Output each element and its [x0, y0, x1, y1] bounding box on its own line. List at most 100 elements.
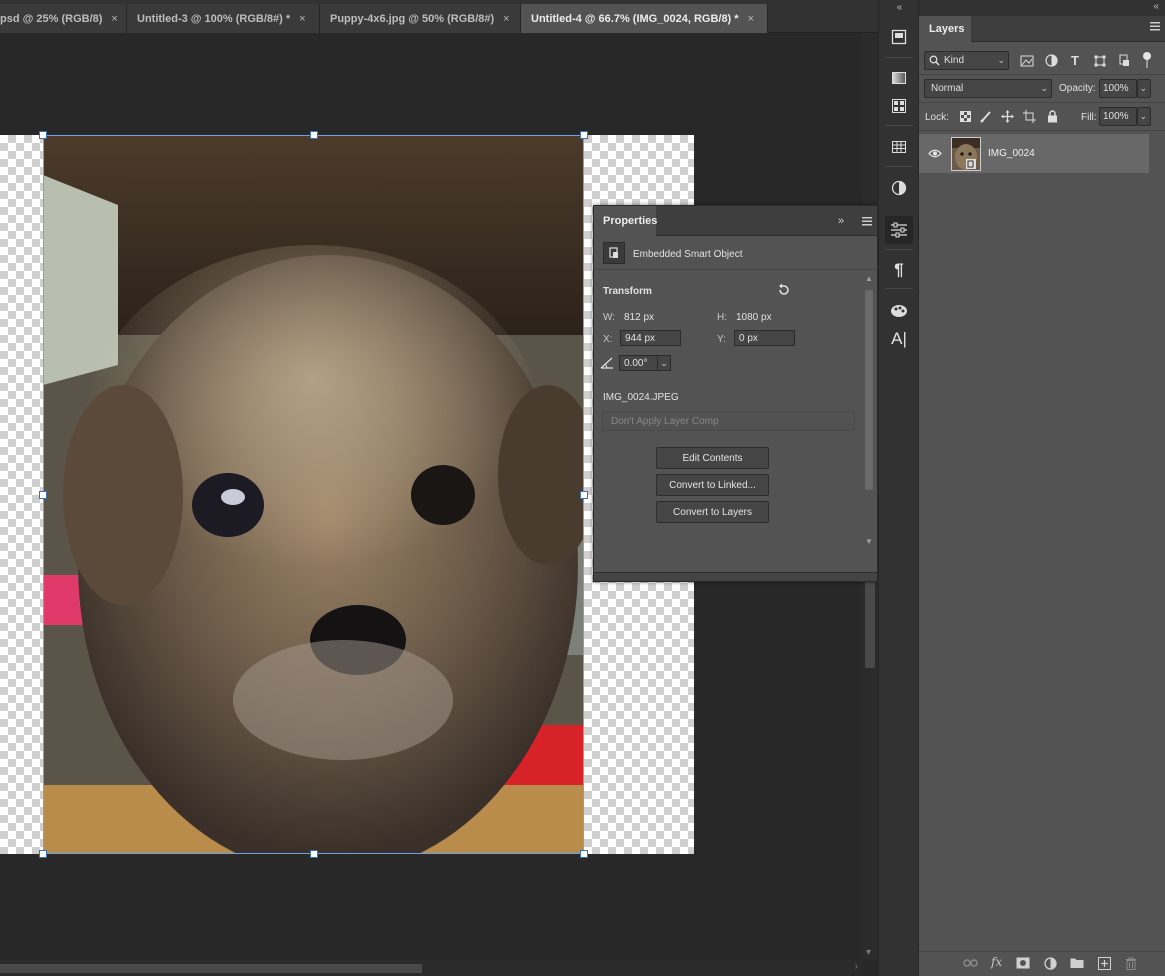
layers-topbar: «	[919, 0, 1165, 16]
trash-icon[interactable]	[1125, 957, 1137, 970]
document-tab-bar: psd @ 25% (RGB/8) × Untitled-3 @ 100% (R…	[0, 0, 878, 33]
panel-menu-icon[interactable]	[1150, 22, 1160, 31]
layers-header: Layers	[919, 16, 1165, 42]
close-icon[interactable]: ×	[748, 13, 754, 25]
chevron-down-icon[interactable]: ▾	[866, 947, 871, 958]
tab-layers[interactable]: Layers	[919, 16, 971, 42]
close-icon[interactable]: ×	[111, 13, 117, 25]
grid-icon[interactable]	[885, 133, 913, 161]
adjustment-layer-icon[interactable]	[1044, 957, 1057, 970]
collapse-icon[interactable]: «	[879, 0, 920, 16]
lock-artboard-icon[interactable]	[1023, 110, 1036, 123]
tab-label: Untitled-3 @ 100% (RGB/8#) *	[137, 12, 291, 25]
lock-pixels-icon[interactable]	[980, 110, 993, 123]
tab-psd[interactable]: psd @ 25% (RGB/8) ×	[0, 4, 127, 33]
gradient-icon[interactable]	[885, 64, 913, 92]
scrollbar-thumb[interactable]	[865, 578, 875, 668]
panel-menu-icon[interactable]	[862, 217, 872, 226]
layer-row[interactable]: IMG_0024	[919, 134, 1149, 173]
properties-header: Properties »	[594, 206, 877, 236]
transform-bounding-box[interactable]	[43, 135, 584, 854]
tab-label: psd @ 25% (RGB/8)	[0, 12, 103, 25]
chevron-down-icon[interactable]: ▼	[865, 537, 873, 546]
transform-handle[interactable]	[580, 131, 588, 139]
properties-scrollbar[interactable]: ▲ ▼	[862, 272, 876, 548]
opacity-dropdown[interactable]: ⌄	[1137, 79, 1151, 98]
history-icon[interactable]	[885, 23, 913, 51]
chevron-up-icon[interactable]: ▲	[865, 274, 873, 283]
angle-input[interactable]: 0.00° ⌄	[619, 355, 671, 371]
smart-object-header: Embedded Smart Object	[594, 237, 877, 270]
search-icon	[929, 55, 940, 66]
transform-handle[interactable]	[39, 131, 47, 139]
transform-handle[interactable]	[580, 491, 588, 499]
transform-handle[interactable]	[39, 850, 47, 858]
tab-untitled-3[interactable]: Untitled-3 @ 100% (RGB/8#) * ×	[127, 4, 320, 33]
fill-input[interactable]: 100%	[1099, 107, 1137, 126]
lock-transparent-icon[interactable]	[960, 111, 971, 122]
convert-to-linked-button[interactable]: Convert to Linked...	[656, 474, 769, 496]
layers-bottom-toolbar: fx	[919, 951, 1165, 976]
properties-icon[interactable]	[885, 216, 913, 244]
link-icon[interactable]	[963, 957, 978, 969]
lock-position-icon[interactable]	[1001, 110, 1014, 123]
fill-label: Fill:	[1081, 112, 1097, 123]
filter-kind-select[interactable]: Kind ⌄	[924, 51, 1009, 70]
chevron-down-icon[interactable]: ⌄	[657, 355, 670, 371]
collapse-icon[interactable]: »	[838, 215, 844, 227]
x-label: X:	[603, 334, 613, 345]
canvas-horizontal-scrollbar[interactable]: ›	[0, 960, 862, 976]
filter-smart-object-icon[interactable]	[1118, 54, 1130, 67]
x-position-input[interactable]: 944 px	[620, 330, 681, 346]
fill-dropdown[interactable]: ⌄	[1137, 107, 1151, 126]
tab-properties[interactable]: Properties	[594, 206, 657, 236]
blend-mode-select[interactable]: Normal ⌄	[924, 79, 1052, 98]
reset-icon[interactable]	[777, 283, 791, 297]
adjustments-icon[interactable]	[885, 174, 913, 202]
new-layer-icon[interactable]	[1098, 957, 1111, 970]
tab-untitled-4[interactable]: Untitled-4 @ 66.7% (IMG_0024, RGB/8) * ×	[521, 4, 768, 33]
blend-mode-value: Normal	[931, 83, 964, 94]
panel-resize-bar[interactable]	[594, 572, 877, 581]
transform-handle[interactable]	[310, 131, 318, 139]
paragraph-icon[interactable]: ¶	[885, 256, 913, 284]
folder-icon[interactable]	[1070, 957, 1084, 969]
scrollbar-thumb[interactable]	[0, 964, 422, 973]
angle-icon	[600, 357, 613, 369]
filter-adjustment-icon[interactable]	[1045, 54, 1058, 67]
opacity-input[interactable]: 100%	[1099, 79, 1137, 98]
tab-puppy-4x6[interactable]: Puppy-4x6.jpg @ 50% (RGB/8#) ×	[320, 4, 521, 33]
scrollbar-thumb[interactable]	[865, 290, 873, 490]
mask-icon[interactable]	[1016, 957, 1030, 969]
layers-panel: « Layers Kind ⌄ T Normal ⌄ Opacity: 100%…	[919, 0, 1165, 976]
layer-name[interactable]: IMG_0024	[988, 148, 1035, 159]
close-icon[interactable]: ×	[299, 13, 305, 25]
transform-handle[interactable]	[39, 491, 47, 499]
transform-handle[interactable]	[310, 850, 318, 858]
brush-icon[interactable]	[885, 297, 913, 325]
chevron-right-icon[interactable]: ›	[855, 961, 858, 972]
blend-row: Normal ⌄ Opacity: 100% ⌄	[919, 75, 1165, 103]
angle-value: 0.00°	[624, 357, 648, 369]
swatches-icon[interactable]	[885, 92, 913, 120]
layer-thumbnail	[951, 137, 981, 171]
fx-icon[interactable]: fx	[991, 955, 1002, 969]
lock-row: Lock: Fill: 100% ⌄	[919, 103, 1165, 131]
filter-type-icon[interactable]: T	[1071, 53, 1079, 68]
chevron-down-icon: ⌄	[1139, 83, 1147, 93]
collapse-icon[interactable]: «	[1153, 1, 1159, 12]
eye-icon[interactable]	[928, 149, 942, 158]
edit-contents-button[interactable]: Edit Contents	[656, 447, 769, 469]
y-position-input[interactable]: 0 px	[734, 330, 795, 346]
filter-shape-icon[interactable]	[1094, 55, 1106, 67]
lock-all-icon[interactable]	[1047, 110, 1058, 123]
character-icon[interactable]: A|	[885, 325, 913, 353]
close-icon[interactable]: ×	[503, 13, 509, 25]
height-value: 1080 px	[736, 312, 772, 323]
transform-handle[interactable]	[580, 850, 588, 858]
transform-heading: Transform	[603, 286, 652, 297]
filter-pixel-icon[interactable]	[1020, 55, 1034, 67]
filter-toggle-icon[interactable]	[1143, 52, 1151, 60]
y-label: Y:	[717, 334, 726, 345]
convert-to-layers-button[interactable]: Convert to Layers	[656, 501, 769, 523]
